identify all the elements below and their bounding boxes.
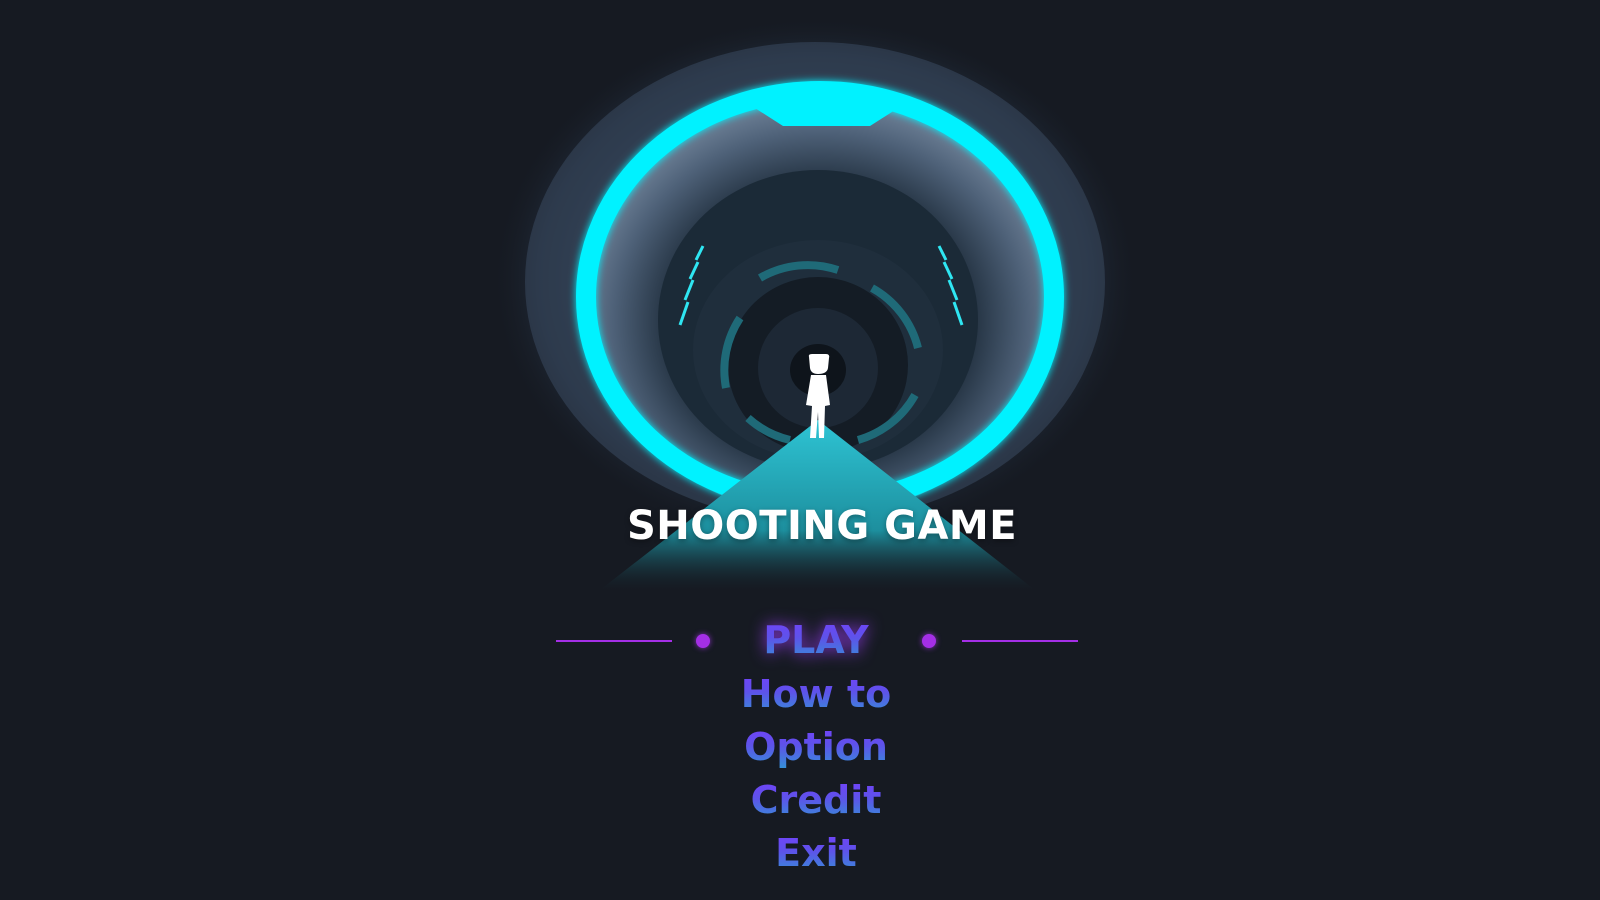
menu-item-exit[interactable]: Exit (0, 827, 1600, 880)
menu-item-play[interactable]: PLAY (0, 612, 1600, 668)
main-menu: PLAY How to Option Credit Exit (0, 612, 1600, 880)
menu-item-credit[interactable]: Credit (0, 774, 1600, 827)
title-screen: SHOOTING GAME PLAY How to Option Credit … (0, 0, 1600, 900)
menu-item-option[interactable]: Option (0, 721, 1600, 774)
game-title: SHOOTING GAME (626, 503, 1018, 549)
menu-item-how-to[interactable]: How to (0, 668, 1600, 721)
